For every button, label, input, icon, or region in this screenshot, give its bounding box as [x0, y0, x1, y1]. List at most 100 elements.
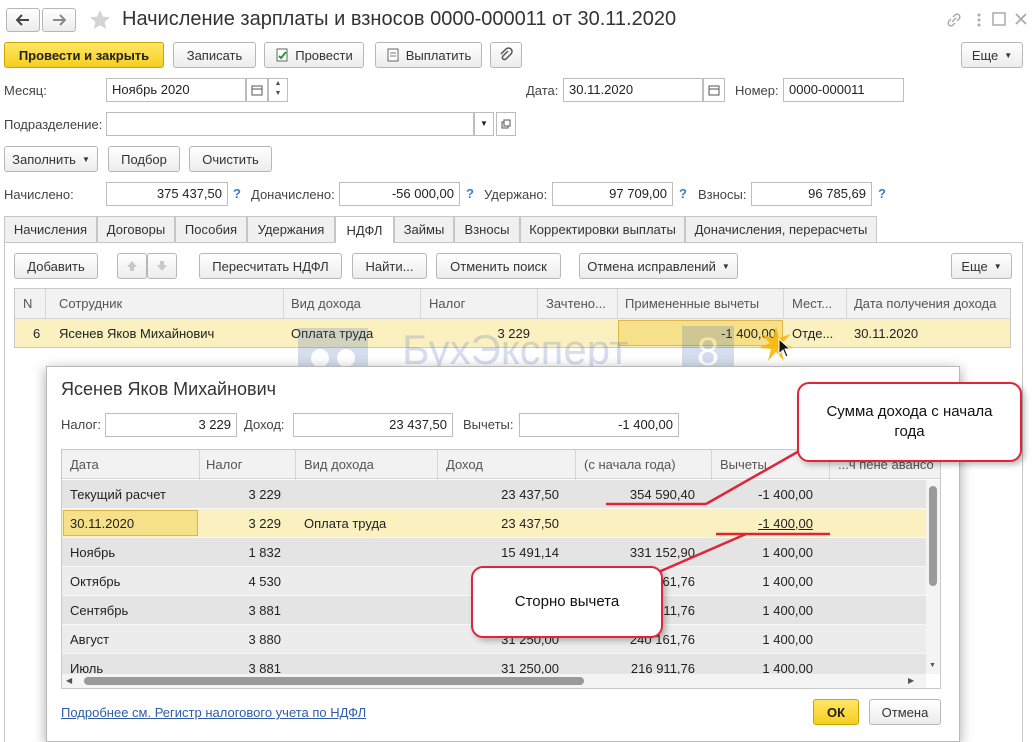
- withheld-field: 97 709,00: [552, 182, 673, 206]
- number-field[interactable]: 0000-000011: [783, 78, 904, 102]
- division-dropdown-button[interactable]: ▼: [474, 112, 494, 136]
- col-place[interactable]: Мест...: [792, 296, 832, 311]
- scroll-down-icon[interactable]: ▼: [929, 662, 936, 669]
- accrued-field: 375 437,50: [106, 182, 228, 206]
- favorite-star-icon[interactable]: [88, 8, 112, 32]
- save-button[interactable]: Записать: [173, 42, 256, 68]
- ndfl-register-link[interactable]: Подробнее см. Регистр налогового учета п…: [61, 705, 366, 720]
- withheld-help-icon[interactable]: ?: [679, 186, 687, 201]
- maximize-icon[interactable]: [992, 12, 1006, 26]
- tab-deductions[interactable]: Удержания: [247, 216, 335, 242]
- pay-doc-icon: [387, 48, 399, 62]
- tab-payment-corrections[interactable]: Корректировки выплаты: [520, 216, 685, 242]
- popup-cell-tax: 3 881: [248, 603, 281, 618]
- popup-hscrollbar[interactable]: ◀ ▶: [62, 674, 926, 688]
- recalc-ndfl-button[interactable]: Пересчитать НДФЛ: [199, 253, 342, 279]
- pcol-income-type[interactable]: Вид дохода: [304, 457, 374, 472]
- date-calendar-button[interactable]: [703, 78, 725, 102]
- number-label: Номер:: [735, 83, 779, 98]
- more-button[interactable]: Еще ▼: [961, 42, 1023, 68]
- tab-contracts[interactable]: Договоры: [97, 216, 175, 242]
- popup-cell-tax: 4 530: [248, 574, 281, 589]
- link-icon[interactable]: [946, 12, 962, 28]
- ndfl-more-button[interactable]: Еще ▼: [951, 253, 1012, 279]
- find-button[interactable]: Найти...: [352, 253, 427, 279]
- date-field[interactable]: 30.11.2020: [563, 78, 703, 102]
- post-button[interactable]: Провести: [264, 42, 364, 68]
- forward-button[interactable]: [42, 8, 76, 32]
- col-income-type[interactable]: Вид дохода: [291, 296, 361, 311]
- pcol-deductions[interactable]: Вычеты: [720, 457, 767, 472]
- col-income-date[interactable]: Дата получения дохода: [854, 296, 996, 311]
- month-label: Месяц:: [4, 83, 47, 98]
- tab-loans[interactable]: Займы: [394, 216, 454, 242]
- popup-income-field: 23 437,50: [293, 413, 453, 437]
- callout-storno: Сторно вычета: [471, 566, 663, 638]
- popup-vscrollbar[interactable]: ▼: [926, 480, 940, 674]
- back-button[interactable]: [6, 8, 40, 32]
- row-employee: Ясенев Яков Михайнович: [59, 326, 215, 341]
- chevron-down-icon: ▼: [721, 261, 730, 271]
- popup-table-row[interactable]: 30.11.2020 3 229 Оплата труда 23 437,50 -1 4…: [62, 509, 926, 538]
- popup-cell-tax: 3 229: [248, 516, 281, 531]
- table-row[interactable]: 6 Ясенев Яков Михайнович Оплата труда 3 …: [15, 319, 1010, 347]
- tab-ndfl[interactable]: НДФЛ: [335, 216, 394, 243]
- scroll-right-icon[interactable]: ▶: [908, 676, 914, 685]
- pay-button[interactable]: Выплатить: [375, 42, 482, 68]
- pcol-income[interactable]: Доход: [446, 457, 483, 472]
- clear-button[interactable]: Очистить: [189, 146, 272, 172]
- tab-accruals[interactable]: Начисления: [4, 216, 97, 242]
- tab-recalculations[interactable]: Доначисления, перерасчеты: [685, 216, 877, 242]
- more-label: Еще: [971, 47, 999, 63]
- pcol-date[interactable]: Дата: [70, 457, 99, 472]
- contrib-help-icon[interactable]: ?: [878, 186, 886, 201]
- popup-cell-date: Текущий расчет: [70, 487, 166, 502]
- arrow-up-icon: [127, 261, 137, 271]
- popup-cell-ded: 1 400,00: [762, 632, 813, 647]
- close-icon[interactable]: [1014, 12, 1028, 26]
- cancel-button[interactable]: Отмена: [869, 699, 941, 725]
- callout-income-ytd: Сумма дохода с начала года: [797, 382, 1022, 462]
- col-tax[interactable]: Налог: [429, 296, 465, 311]
- tab-contributions[interactable]: Взносы: [454, 216, 520, 242]
- pcol-tax[interactable]: Налог: [206, 457, 242, 472]
- division-field[interactable]: [106, 112, 474, 136]
- popup-cell-ded: 1 400,00: [762, 603, 813, 618]
- cancel-corrections-button[interactable]: Отмена исправлений ▼: [579, 253, 738, 279]
- accrued-help-icon[interactable]: ?: [233, 186, 241, 201]
- post-and-close-button[interactable]: Провести и закрыть: [4, 42, 164, 68]
- hscroll-thumb[interactable]: [84, 677, 584, 685]
- add-button[interactable]: Добавить: [14, 253, 98, 279]
- move-up-button[interactable]: [117, 253, 147, 279]
- additional-help-icon[interactable]: ?: [466, 186, 474, 201]
- attach-button[interactable]: [490, 42, 522, 68]
- division-label: Подразделение:: [4, 117, 103, 132]
- popup-table-row[interactable]: Текущий расчет 3 229 23 437,50 354 590,40 -1…: [62, 480, 926, 509]
- popup-cell-income: 15 491,14: [501, 545, 559, 560]
- popup-cell-tax: 3 229: [248, 487, 281, 502]
- col-credited[interactable]: Зачтено...: [546, 296, 606, 311]
- scroll-left-icon[interactable]: ◀: [66, 676, 72, 685]
- move-down-button[interactable]: [147, 253, 177, 279]
- popup-cell-ded: 1 400,00: [762, 545, 813, 560]
- select-button[interactable]: Подбор: [108, 146, 180, 172]
- fill-button[interactable]: Заполнить ▼: [4, 146, 98, 172]
- arrow-down-icon: [157, 261, 167, 271]
- month-field[interactable]: Ноябрь 2020: [106, 78, 246, 102]
- cancel-label: Отмена: [881, 704, 929, 720]
- col-employee[interactable]: Сотрудник: [59, 296, 122, 311]
- vscroll-thumb[interactable]: [929, 486, 937, 586]
- col-n[interactable]: N: [23, 296, 32, 311]
- popup-table-row[interactable]: Ноябрь 1 832 15 491,14 331 152,90 1 400,00: [62, 538, 926, 567]
- row-tax: 3 229: [497, 326, 530, 341]
- month-spinner[interactable]: ▲ ▼: [268, 78, 288, 102]
- menu-dots-icon[interactable]: [976, 12, 982, 28]
- popup-deductions-field: -1 400,00: [519, 413, 679, 437]
- month-calendar-button[interactable]: [246, 78, 268, 102]
- tab-benefits[interactable]: Пособия: [175, 216, 247, 242]
- ok-button[interactable]: ОК: [813, 699, 859, 725]
- cancel-search-button[interactable]: Отменить поиск: [436, 253, 561, 279]
- pcol-ytd[interactable]: (с начала года): [584, 457, 676, 472]
- division-open-button[interactable]: [496, 112, 516, 136]
- col-deductions[interactable]: Примененные вычеты: [625, 296, 759, 311]
